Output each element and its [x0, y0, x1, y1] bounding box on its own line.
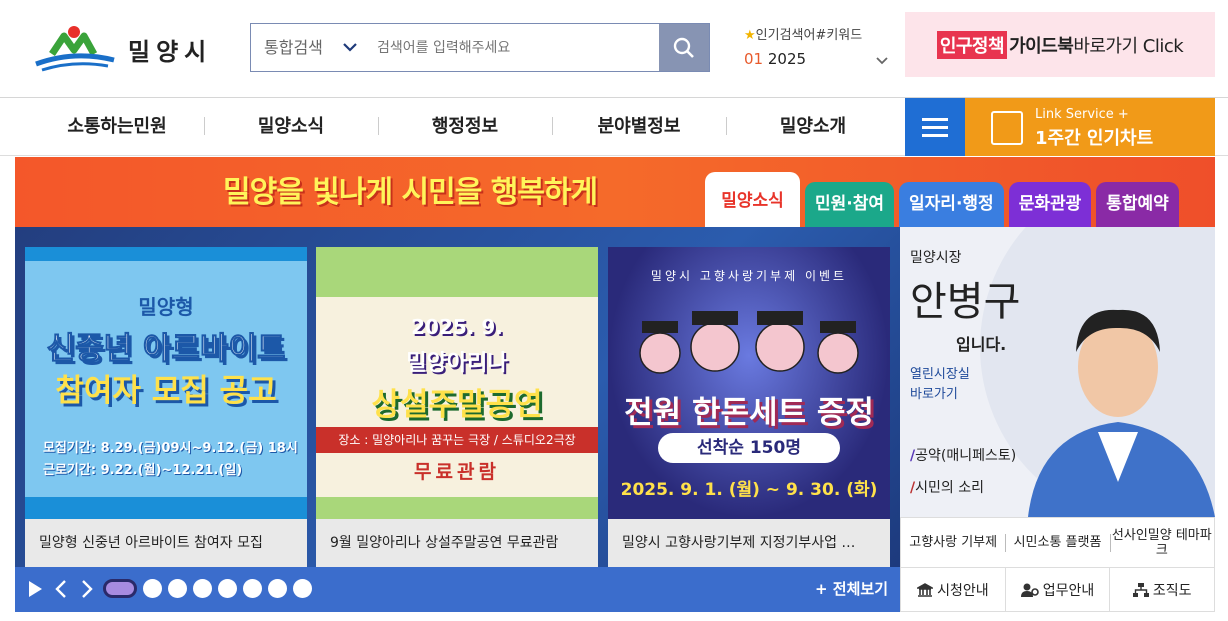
card-text: 상설주말공연: [371, 387, 543, 423]
view-all-link[interactable]: + 전체보기: [815, 567, 888, 612]
slider-dot[interactable]: [293, 579, 312, 598]
slider-dot[interactable]: [193, 579, 212, 598]
news-card-2[interactable]: 2025. 9. 밀양아리나 상설주말공연 장소 : 밀양아리나 꿈꾸는 극장 …: [316, 247, 598, 519]
mayor-photo: [1028, 309, 1215, 517]
card-text: 밀양시 고향사랑기부제 이벤트: [650, 269, 848, 283]
pledge-link[interactable]: /공약(매니페스토): [910, 445, 1016, 465]
mayor-role: 밀양시장: [910, 250, 962, 266]
news-caption-2[interactable]: 9월 밀양아리나 상설주말공연 무료관람: [316, 519, 598, 567]
card-text: 무료관람: [414, 461, 500, 483]
card-text: 선착순 150명: [658, 433, 840, 463]
star-icon: ★: [744, 28, 756, 43]
slider-dot[interactable]: [268, 579, 287, 598]
guidebook-banner[interactable]: 인구정책 가이드북 바로가기 Click: [905, 12, 1215, 77]
mayor-suffix: 입니다.: [956, 335, 1007, 354]
chevron-right-icon[interactable]: [79, 580, 95, 598]
building-icon: [917, 582, 934, 597]
pig-characters-illustration: [639, 311, 859, 374]
mayor-panel: 밀양시장 안병구 입니다. 열린시장실 바로가기 /공약(매니페스토) /시민의…: [900, 227, 1215, 517]
org-chart-icon: [1132, 582, 1149, 597]
main-nav: 소통하는민원 밀양소식 행정정보 분야별정보 밀양소개 Link Service…: [0, 98, 1228, 156]
chevron-left-icon[interactable]: [53, 580, 69, 598]
chevron-down-icon[interactable]: [874, 52, 890, 68]
user-gear-icon: [1020, 583, 1039, 597]
tab-civil[interactable]: 민원·참여: [805, 182, 895, 227]
search-icon: [673, 37, 694, 58]
tab-reservation[interactable]: 통합예약: [1096, 182, 1179, 227]
slider-dot[interactable]: [143, 579, 162, 598]
city-hall-guide-button[interactable]: 시청안내: [901, 568, 1005, 611]
card-text: 2025. 9. 1. (월) ~ 9. 30. (화): [620, 480, 878, 500]
card-text: 밀양아리나: [406, 351, 508, 376]
mayor-name: 안병구: [910, 279, 1021, 325]
site-logo[interactable]: 밀양시: [34, 24, 224, 74]
card-text: 모집기간: 8.29.(금)09시~9.12.(금) 18시: [43, 441, 298, 456]
search-input[interactable]: [365, 24, 659, 71]
hamburger-menu-icon[interactable]: [905, 98, 965, 156]
card-text: 2025. 9.: [411, 315, 503, 339]
guide-rest: 바로가기 Click: [1073, 35, 1184, 57]
quick-link-theme-park[interactable]: 선사인밀양 테마파크: [1109, 518, 1214, 567]
category-tabs: 밀양소식 민원·참여 일자리·행정 문화관광 통합예약: [705, 172, 1179, 227]
card-text: 참여자 모집 공고: [55, 373, 277, 409]
site-header: 밀양시 통합검색 ★인기검색어#키워드 01 2025 인구정책 가이드북 바로…: [0, 0, 1228, 98]
slider-dot[interactable]: [218, 579, 237, 598]
card-text: 근로기간: 9.22.(월)~12.21.(일): [43, 463, 243, 478]
logo-text: 밀양시: [128, 38, 213, 66]
link-service-label: Link Service +: [1035, 107, 1129, 122]
popular-title: 인기검색어#키워드: [755, 28, 863, 43]
org-chart-button[interactable]: 조직도: [1109, 568, 1215, 611]
tab-news[interactable]: 밀양소식: [705, 172, 800, 227]
popular-keyword[interactable]: 2025: [768, 50, 806, 68]
news-caption-3[interactable]: 밀양시 고향사랑기부제 지정기부사업 …: [608, 519, 890, 567]
news-card-3[interactable]: 밀양시 고향사랑기부제 이벤트 전원 한돈세트 증정 선착순 150명 2025…: [608, 247, 890, 519]
chevron-down-icon: [343, 43, 357, 52]
news-caption-1[interactable]: 밀양형 신중년 아르바이트 참여자 모집: [25, 519, 307, 567]
popular-keywords[interactable]: ★인기검색어#키워드 01 2025: [744, 24, 894, 74]
slider-dot[interactable]: [103, 579, 137, 598]
nav-item-admin[interactable]: 행정정보: [378, 98, 552, 156]
card-text: 전원 한돈세트 증정: [624, 395, 874, 431]
slogan-text: 밀양을 빛나게 시민을 행복하게: [223, 175, 598, 210]
logo-mark-icon: [35, 26, 115, 72]
search-category-label: 통합검색: [264, 38, 323, 57]
news-card-1[interactable]: 밀양형 신중년 아르바이트 참여자 모집 공고 모집기간: 8.29.(금)09…: [25, 247, 307, 519]
news-slider: 밀양형 신중년 아르바이트 참여자 모집 공고 모집기간: 8.29.(금)09…: [15, 227, 900, 612]
tab-jobs[interactable]: 일자리·행정: [899, 182, 1004, 227]
document-check-icon: [991, 111, 1023, 145]
guide-highlight: 인구정책: [936, 30, 1008, 59]
search-bar: 통합검색: [250, 23, 710, 72]
quick-link-hometown-donation[interactable]: 고향사랑 기부제: [901, 518, 1005, 567]
work-guide-label: 업무안내: [1042, 582, 1095, 599]
slider-dot[interactable]: [243, 579, 262, 598]
popular-rank: 01: [744, 50, 764, 68]
service-links: 시청안내 업무안내 조직도: [900, 567, 1215, 612]
weekly-chart-label: 1주간 인기차트: [1035, 128, 1154, 149]
link-service-button[interactable]: Link Service + 1주간 인기차트: [965, 98, 1215, 156]
slider-pagination: [103, 579, 312, 598]
card-text: 밀양형: [138, 295, 194, 319]
city-hall-guide-label: 시청안내: [937, 582, 989, 599]
slider-dot[interactable]: [168, 579, 187, 598]
slider-controls: + 전체보기: [15, 567, 900, 612]
nav-item-about[interactable]: 밀양소개: [726, 98, 900, 156]
nav-item-civil[interactable]: 소통하는민원: [30, 98, 204, 156]
citizen-voice-link[interactable]: /시민의 소리: [910, 477, 984, 497]
play-icon[interactable]: [27, 580, 43, 598]
pledge-label: 공약(매니페스토): [915, 448, 1017, 464]
org-chart-label: 조직도: [1152, 582, 1192, 599]
quick-link-citizen-platform[interactable]: 시민소통 플랫폼: [1005, 518, 1109, 567]
open-mayor-office-link-2[interactable]: 바로가기: [910, 383, 958, 402]
guide-bold: 가이드북: [1009, 35, 1074, 57]
card-text: 신중년 아르바이트: [46, 331, 286, 368]
citizen-voice-label: 시민의 소리: [915, 480, 984, 496]
quick-links: 고향사랑 기부제 시민소통 플랫폼 선사인밀양 테마파크: [900, 517, 1215, 567]
tab-culture[interactable]: 문화관광: [1008, 182, 1092, 227]
nav-item-news[interactable]: 밀양소식: [204, 98, 378, 156]
nav-item-field[interactable]: 분야별정보: [552, 98, 726, 156]
card-text: 장소 : 밀양아리나 꿈꾸는 극장 / 스튜디오2극장: [316, 427, 598, 453]
open-mayor-office-link[interactable]: 열린시장실: [910, 363, 970, 382]
search-button[interactable]: [659, 24, 709, 71]
work-guide-button[interactable]: 업무안내: [1004, 568, 1110, 611]
